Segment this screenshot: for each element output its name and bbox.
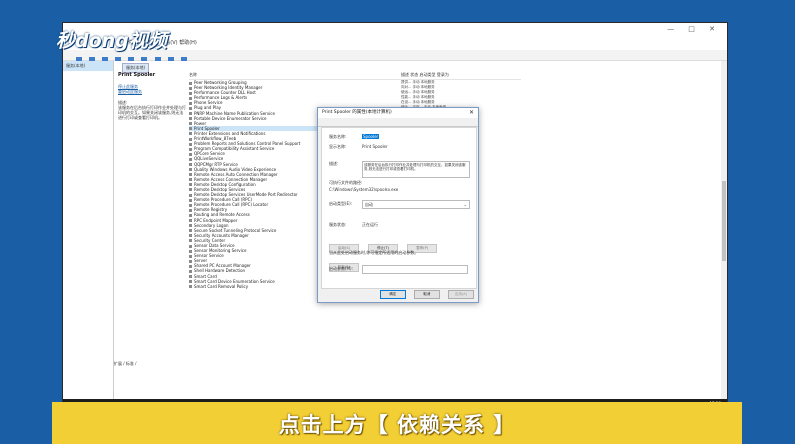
ok-button[interactable]: 确定 <box>379 290 406 299</box>
service-gear-icon <box>189 198 192 202</box>
chevron-down-icon: ⌄ <box>463 202 467 207</box>
subtitle-banner: 点击上方【 依赖关系 】 <box>52 402 742 444</box>
status-value: 正在运行 <box>362 222 378 227</box>
service-gear-icon <box>189 81 192 85</box>
service-gear-icon <box>189 137 192 141</box>
display-name-label: 显示名称: <box>329 144 347 149</box>
service-gear-icon <box>189 224 192 228</box>
service-name-label: 服务名称: <box>329 134 347 139</box>
brand-logo: 秒dong视频 <box>56 30 167 52</box>
service-gear-icon <box>189 101 192 105</box>
service-gear-icon <box>189 234 192 238</box>
service-control-buttons: 启动(S) 停止(T) 暂停(P) 恢复(R) <box>329 234 469 272</box>
display-name-value: Print Spooler <box>362 144 388 149</box>
tree-pane: 服务(本地) <box>63 61 114 399</box>
service-gear-icon <box>189 229 192 233</box>
apply-button[interactable]: 应用(A) <box>448 290 474 299</box>
status-label: 服务状态: <box>329 222 347 227</box>
service-gear-icon <box>189 275 192 279</box>
params-hint: 当从此处启动服务时,你可指定所适用的启动参数。 <box>329 250 419 255</box>
desc-text: 该服务在后台执行打印作业并处理与打印机的交互。如果关闭该服务,则无法进行打印或查… <box>118 105 186 120</box>
service-description: Print Spooler 停止此服务 重启动此服务 描述: 该服务在后台执行打… <box>118 73 186 121</box>
service-gear-icon <box>189 208 192 212</box>
scrollbar[interactable] <box>721 61 727 399</box>
startup-type-label: 启动类型(E): <box>329 201 352 206</box>
service-gear-icon <box>189 127 192 131</box>
service-gear-icon <box>189 249 192 253</box>
service-gear-icon <box>189 178 192 182</box>
service-gear-icon <box>189 132 192 136</box>
startup-type-select[interactable]: 自动 ⌄ <box>362 200 470 209</box>
service-gear-icon <box>189 163 192 166</box>
dialog-body: 服务名称: Spooler 显示名称: Print Spooler 描述: 该服… <box>321 127 477 289</box>
description-box[interactable]: 该服务在后台执行打印作业并处理与打印机的交互。如果关闭该服务,则无法进行打印或查… <box>362 161 470 178</box>
description-label: 描述: <box>329 161 339 166</box>
dialog-title: Print Spooler 的属性(本地计算机) ✕ <box>318 108 478 118</box>
status-tabs[interactable]: 扩展 / 标准 / <box>114 361 137 367</box>
service-gear-icon <box>189 122 192 126</box>
close-icon[interactable]: ✕ <box>469 108 474 118</box>
service-gear-icon <box>189 264 192 268</box>
service-gear-icon <box>189 254 192 258</box>
service-gear-icon <box>189 147 192 151</box>
service-gear-icon <box>189 239 192 243</box>
list-header-name[interactable]: 名称 <box>189 72 429 80</box>
service-gear-icon <box>189 219 192 223</box>
service-gear-icon <box>189 193 192 197</box>
service-gear-icon <box>189 259 192 263</box>
tree-node-services-local[interactable]: 服务(本地) <box>63 61 113 71</box>
window-controls[interactable]: — □ ✕ <box>667 25 721 33</box>
service-gear-icon <box>189 203 192 207</box>
service-gear-icon <box>189 244 192 248</box>
service-gear-icon <box>189 117 192 121</box>
service-gear-icon <box>189 112 192 116</box>
exe-path-label: 可执行文件的路径: <box>329 180 363 185</box>
service-gear-icon <box>189 183 192 187</box>
dialog-buttons: 确定 取消 应用(A) <box>377 280 474 299</box>
service-gear-icon <box>189 188 192 192</box>
service-gear-icon <box>189 285 192 289</box>
service-gear-icon <box>189 152 192 156</box>
subtitle-text: 点击上方【 依赖关系 】 <box>278 413 516 437</box>
service-gear-icon <box>189 96 192 100</box>
service-name-value[interactable]: Spooler <box>362 134 380 139</box>
service-gear-icon <box>189 173 192 177</box>
list-header-cols[interactable]: 描述 状态 启动类型 登录为 <box>401 72 521 80</box>
service-gear-icon <box>189 213 192 217</box>
start-params-input[interactable] <box>362 265 468 274</box>
cancel-button[interactable]: 取消 <box>413 290 440 299</box>
dialog-tabs: 常规 登录 恢复 依存关系 <box>318 118 478 137</box>
scroll-thumb[interactable] <box>722 181 726 261</box>
param-label: 启动参数(M): <box>329 266 353 271</box>
service-gear-icon <box>189 280 192 284</box>
service-gear-icon <box>189 168 192 172</box>
service-gear-icon <box>189 157 192 161</box>
exe-path-value: C:\Windows\System32\spoolsv.exe <box>329 187 399 192</box>
service-gear-icon <box>189 269 192 273</box>
service-gear-icon <box>189 142 192 146</box>
service-gear-icon <box>189 91 192 95</box>
service-gear-icon <box>189 86 192 90</box>
service-gear-icon <box>189 106 192 110</box>
properties-dialog: Print Spooler 的属性(本地计算机) ✕ 常规 登录 恢复 依存关系… <box>317 107 479 303</box>
